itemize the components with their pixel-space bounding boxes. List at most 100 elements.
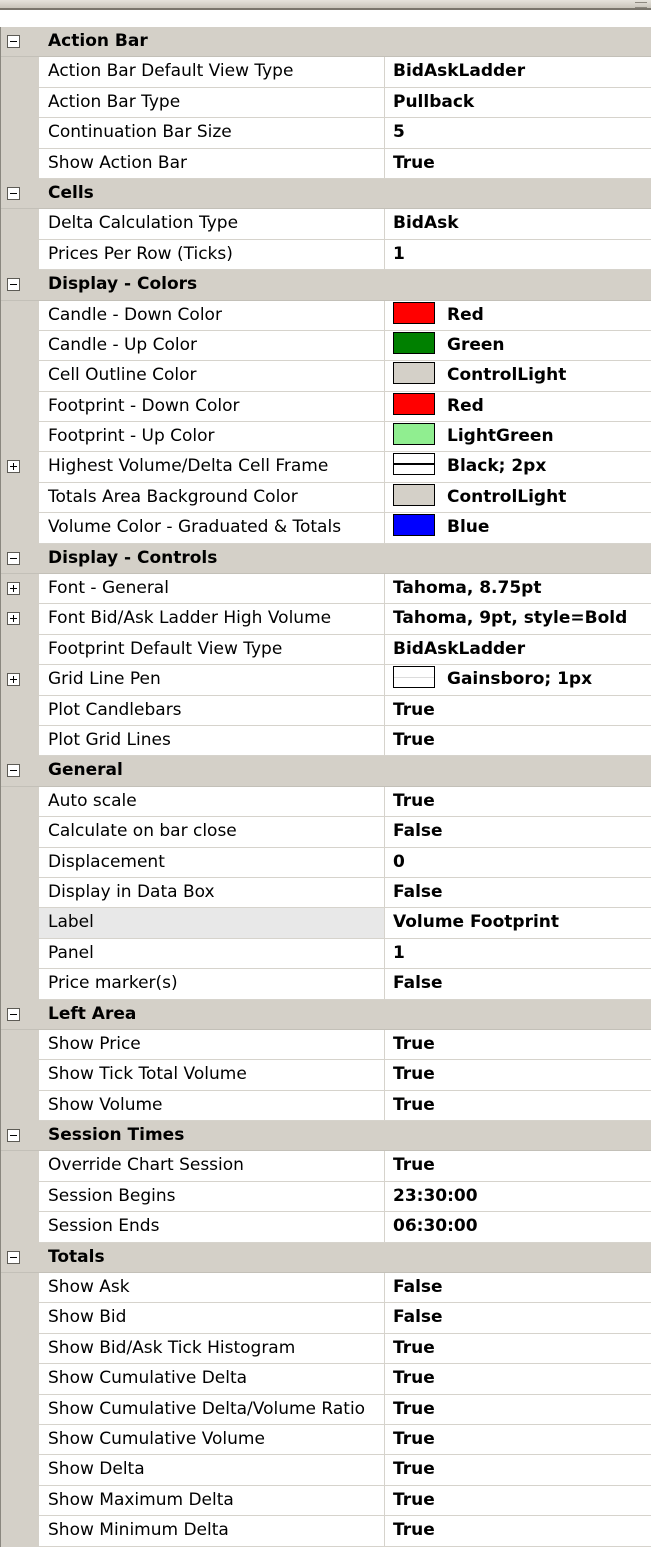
property-value[interactable]: True (385, 786, 651, 818)
property-row-override-chart-session[interactable]: Override Chart Session True (1, 1151, 651, 1182)
property-value[interactable]: True (385, 1424, 651, 1456)
collapse-icon[interactable] (7, 1129, 20, 1143)
property-value[interactable]: Tahoma, 9pt, style=Bold (385, 604, 651, 635)
property-value[interactable]: Tahoma, 8.75pt (385, 574, 651, 605)
category-display-controls[interactable]: Display - Controls (1, 543, 651, 575)
property-row-continuation-bar-size[interactable]: Continuation Bar Size 5 (1, 118, 651, 149)
property-value[interactable]: Gainsboro; 1px (385, 665, 651, 696)
property-value[interactable]: False (385, 969, 651, 1000)
property-value[interactable]: Red (385, 391, 651, 423)
property-value[interactable]: Blue (385, 513, 651, 544)
property-name[interactable]: Session Ends (39, 1212, 385, 1243)
property-row-highest-volume-delta-cell-frame[interactable]: Highest Volume/Delta Cell Frame Black; 2p… (1, 452, 651, 483)
property-name[interactable]: Show Delta (39, 1455, 385, 1486)
property-name[interactable]: Continuation Bar Size (39, 118, 385, 149)
property-row-show-minimum-delta[interactable]: Show Minimum Delta True (1, 1516, 651, 1547)
property-name[interactable]: Show Volume (39, 1090, 385, 1122)
property-name[interactable]: Show Price (39, 1029, 385, 1061)
property-row-cell-outline-color[interactable]: Cell Outline Color ControlLight (1, 361, 651, 392)
property-value[interactable]: Red (385, 300, 651, 331)
expand-icon[interactable] (7, 460, 20, 474)
property-value[interactable]: True (385, 1029, 651, 1061)
property-name[interactable]: Show Minimum Delta (39, 1516, 385, 1547)
property-name[interactable]: Cell Outline Color (39, 361, 385, 392)
property-row-displacement[interactable]: Displacement 0 (1, 847, 651, 878)
property-row-show-ask[interactable]: Show Ask False (1, 1273, 651, 1304)
property-value[interactable]: True (385, 1364, 651, 1395)
property-name[interactable]: Show Action Bar (39, 148, 385, 179)
property-row-calculate-on-bar-close[interactable]: Calculate on bar close False (1, 817, 651, 848)
property-value[interactable]: False (385, 1273, 651, 1304)
property-row-show-delta[interactable]: Show Delta True (1, 1455, 651, 1486)
property-row-show-bid-ask-tick-histogram[interactable]: Show Bid/Ask Tick Histogram True (1, 1333, 651, 1365)
property-name[interactable]: Show Cumulative Delta/Volume Ratio (39, 1394, 385, 1425)
property-name[interactable]: Candle - Up Color (39, 330, 385, 362)
property-row-footprint-up-color[interactable]: Footprint - Up Color LightGreen (1, 422, 651, 453)
property-row-show-tick-total-volume[interactable]: Show Tick Total Volume True (1, 1060, 651, 1091)
property-row-show-maximum-delta[interactable]: Show Maximum Delta True (1, 1485, 651, 1517)
property-name[interactable]: Plot Candlebars (39, 695, 385, 726)
property-name[interactable]: Action Bar Default View Type (39, 57, 385, 88)
property-name[interactable]: Show Maximum Delta (39, 1485, 385, 1517)
property-row-session-ends[interactable]: Session Ends 06:30:00 (1, 1212, 651, 1243)
property-row-candle-down-color[interactable]: Candle - Down Color Red (1, 300, 651, 331)
property-row-delta-calculation-type[interactable]: Delta Calculation Type BidAsk (1, 209, 651, 240)
property-row-prices-per-row-ticks[interactable]: Prices Per Row (Ticks) 1 (1, 239, 651, 271)
property-row-show-cumulative-delta[interactable]: Show Cumulative Delta True (1, 1364, 651, 1395)
property-value[interactable]: True (385, 1151, 651, 1182)
property-name[interactable]: Volume Color - Graduated & Totals (39, 513, 385, 544)
property-value[interactable]: True (385, 1333, 651, 1365)
property-name[interactable]: Show Tick Total Volume (39, 1060, 385, 1091)
property-name[interactable]: Price marker(s) (39, 969, 385, 1000)
resize-grip-icon[interactable] (635, 2, 647, 8)
property-row-auto-scale[interactable]: Auto scale True (1, 786, 651, 818)
property-name[interactable]: Show Bid (39, 1303, 385, 1334)
property-name[interactable]: Display in Data Box (39, 877, 385, 909)
property-value[interactable]: True (385, 1394, 651, 1425)
property-row-show-cumulative-volume[interactable]: Show Cumulative Volume True (1, 1424, 651, 1456)
property-value[interactable]: ControlLight (385, 482, 651, 514)
property-value[interactable]: Pullback (385, 87, 651, 119)
property-row-action-bar-default-view-type[interactable]: Action Bar Default View Type BidAskLadder (1, 57, 651, 88)
property-name[interactable]: Totals Area Background Color (39, 482, 385, 514)
collapse-icon[interactable] (7, 278, 20, 292)
property-name[interactable]: Auto scale (39, 786, 385, 818)
category-session-times[interactable]: Session Times (1, 1121, 651, 1152)
property-row-session-begins[interactable]: Session Begins 23:30:00 (1, 1181, 651, 1213)
collapse-icon[interactable] (7, 186, 20, 200)
expand-icon[interactable] (7, 582, 20, 596)
property-name[interactable]: Override Chart Session (39, 1151, 385, 1182)
property-row-display-in-data-box[interactable]: Display in Data Box False (1, 877, 651, 909)
property-value[interactable]: True (385, 695, 651, 726)
collapse-icon[interactable] (7, 764, 20, 778)
property-value[interactable]: True (385, 1516, 651, 1547)
category-general[interactable]: General (1, 756, 651, 787)
property-name[interactable]: Footprint Default View Type (39, 634, 385, 666)
property-row-show-bid[interactable]: Show Bid False (1, 1303, 651, 1334)
property-value[interactable]: Green (385, 330, 651, 362)
property-name[interactable]: Panel (39, 938, 385, 970)
property-value[interactable]: BidAskLadder (385, 57, 651, 88)
property-value[interactable]: 23:30:00 (385, 1181, 651, 1213)
property-row-label[interactable]: Label Volume Footprint (1, 908, 651, 939)
property-value[interactable]: Black; 2px (385, 452, 651, 483)
property-value[interactable]: 0 (385, 847, 651, 878)
property-name[interactable]: Action Bar Type (39, 87, 385, 119)
property-row-volume-color-graduated-totals[interactable]: Volume Color - Graduated & Totals Blue (1, 513, 651, 544)
property-value[interactable]: 06:30:00 (385, 1212, 651, 1243)
property-name[interactable]: Prices Per Row (Ticks) (39, 239, 385, 271)
property-value[interactable]: False (385, 1303, 651, 1334)
property-row-show-action-bar[interactable]: Show Action Bar True (1, 148, 651, 179)
property-row-action-bar-type[interactable]: Action Bar Type Pullback (1, 87, 651, 119)
property-name[interactable]: Footprint - Up Color (39, 422, 385, 453)
category-cells[interactable]: Cells (1, 178, 651, 210)
property-name[interactable]: Font - General (39, 574, 385, 605)
property-name[interactable]: Candle - Down Color (39, 300, 385, 331)
collapse-icon[interactable] (7, 1007, 20, 1021)
property-name[interactable]: Grid Line Pen (39, 665, 385, 696)
property-row-show-volume[interactable]: Show Volume True (1, 1090, 651, 1122)
collapse-icon[interactable] (7, 1250, 20, 1264)
property-value[interactable]: True (385, 148, 651, 179)
expand-icon[interactable] (7, 673, 20, 687)
property-row-show-price[interactable]: Show Price True (1, 1029, 651, 1061)
